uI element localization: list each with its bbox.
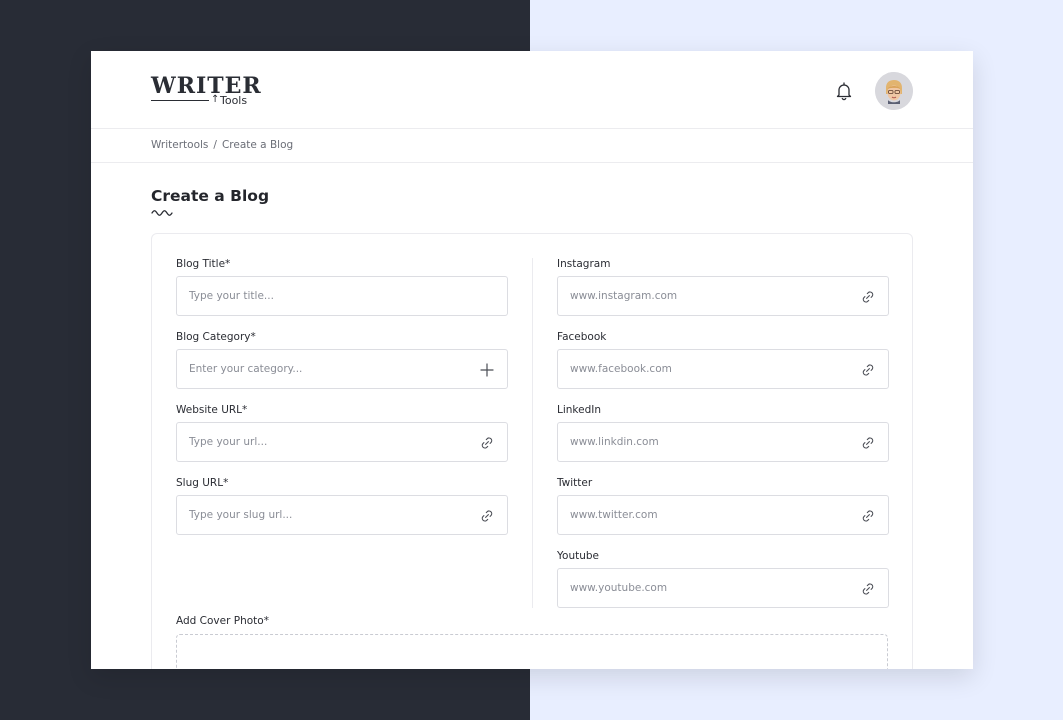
logo-arrow-icon: ↑: [211, 94, 220, 105]
blog-title-label: Blog Title*: [176, 258, 231, 270]
facebook-input[interactable]: www.facebook.com: [557, 349, 889, 389]
breadcrumb-home-link[interactable]: Writertools: [151, 139, 208, 151]
link-icon: [862, 364, 874, 376]
breadcrumb-current: Create a Blog: [221, 139, 294, 151]
slug-url-label: Slug URL*: [176, 477, 229, 489]
breadcrumb-bar: Writertools / Create a Blog: [91, 129, 973, 163]
linkedin-input[interactable]: www.linkdin.com: [557, 422, 889, 462]
link-icon: [862, 583, 874, 595]
link-icon: [862, 291, 874, 303]
website-url-label: Website URL*: [176, 404, 248, 416]
facebook-label: Facebook: [557, 331, 607, 343]
blog-title-input[interactable]: Type your title...: [176, 276, 508, 316]
link-icon: [862, 437, 874, 449]
link-icon: [481, 510, 493, 522]
page-title: Create a Blog: [151, 187, 270, 205]
blog-category-input[interactable]: Enter your category...: [176, 349, 508, 389]
column-divider: [532, 258, 533, 608]
top-header: WRITER ↑ Tools: [91, 51, 973, 129]
link-icon: [862, 510, 874, 522]
logo-underline: [151, 100, 209, 101]
breadcrumb: Writertools / Create a Blog: [151, 139, 293, 151]
breadcrumb-separator: /: [213, 139, 217, 151]
linkedin-label: LinkedIn: [557, 404, 602, 416]
user-avatar[interactable]: [875, 72, 913, 110]
website-url-input[interactable]: Type your url...: [176, 422, 508, 462]
instagram-input[interactable]: www.instagram.com: [557, 276, 889, 316]
plus-icon[interactable]: [479, 362, 495, 378]
blog-form-card: Blog Title* Type your title... Blog Cate…: [151, 233, 913, 669]
instagram-label: Instagram: [557, 258, 611, 270]
app-logo[interactable]: WRITER ↑ Tools: [151, 75, 261, 107]
logo-subtitle: Tools: [220, 94, 248, 107]
twitter-label: Twitter: [557, 477, 593, 489]
cover-photo-dropzone[interactable]: [176, 634, 888, 669]
cover-photo-label: Add Cover Photo*: [176, 615, 269, 627]
slug-url-input[interactable]: Type your slug url...: [176, 495, 508, 535]
notification-bell-icon[interactable]: [833, 80, 855, 102]
youtube-label: Youtube: [557, 550, 599, 562]
blog-category-label: Blog Category*: [176, 331, 256, 343]
app-window: WRITER ↑ Tools Writertools / Create a Bl…: [91, 51, 973, 669]
link-icon: [481, 437, 493, 449]
twitter-input[interactable]: www.twitter.com: [557, 495, 889, 535]
youtube-input[interactable]: www.youtube.com: [557, 568, 889, 608]
title-underline-squiggle: [151, 210, 173, 216]
